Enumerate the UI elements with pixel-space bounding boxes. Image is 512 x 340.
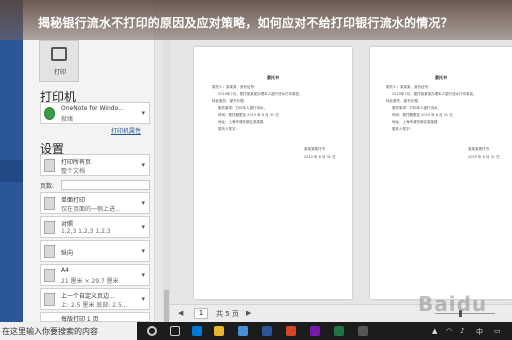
chevron-down-icon: ▾: [141, 271, 145, 279]
tray-network-icon[interactable]: ▲: [432, 327, 437, 335]
setting-line1: 上一个自定义页边...: [61, 293, 115, 300]
store-icon[interactable]: [238, 326, 248, 336]
pages-label: 页数:: [40, 183, 55, 190]
chevron-down-icon: ▾: [141, 223, 145, 231]
portrait-icon: [44, 245, 55, 258]
setting-pages-per-sheet[interactable]: 每版打印 1 页: [40, 312, 150, 323]
print-button-label: 打印: [53, 69, 66, 76]
cortana-icon[interactable]: [147, 326, 157, 336]
printer-status-icon: [44, 107, 55, 120]
tray-ime-icon[interactable]: 中: [476, 327, 483, 337]
pages-icon: [44, 159, 55, 172]
setting-line2: 仅在页面的一侧上进...: [61, 206, 121, 213]
chevron-down-icon: ▾: [141, 199, 145, 207]
printer-status: 就绪: [61, 116, 74, 123]
app-icon[interactable]: [358, 326, 368, 336]
page-line: 2019 年 8 月 31 日: [304, 155, 336, 159]
page-title: 委托书: [435, 75, 447, 80]
article-title-overlay: 揭秘银行流水不打印的原因及应对策略，如何应对不给打印银行流水的情况？: [0, 0, 512, 40]
page-total: 共 5 页: [216, 310, 239, 318]
setting-line2: 整个文档: [61, 168, 86, 175]
chevron-down-icon: ▾: [141, 109, 145, 117]
sidebar-item-print[interactable]: [0, 160, 23, 182]
printer-name: OneNote for Windo...: [61, 105, 124, 112]
page-line: 2019年7月，委托某某某办理本人银行流水打印事宜，: [392, 92, 477, 96]
excel-icon[interactable]: [334, 326, 344, 336]
page-line: 2019年7月，委托某某某办理本人银行流水打印事宜，: [218, 92, 303, 96]
collate-icon: [44, 221, 55, 234]
printer-properties-link[interactable]: 打印机属性: [111, 126, 141, 135]
edge-icon[interactable]: [192, 326, 202, 336]
setting-line1: 对照: [61, 221, 74, 228]
setting-line1: 打印所有页: [61, 159, 92, 166]
print-button[interactable]: 打印: [39, 40, 79, 82]
notification-icon[interactable]: ▭: [494, 327, 501, 335]
powerpoint-icon[interactable]: [286, 326, 296, 336]
page-line: 某某某委托书: [468, 147, 489, 151]
setting-sides[interactable]: 单面打印 仅在页面的一侧上进... ▾: [40, 192, 150, 214]
one-sided-icon: [44, 197, 55, 210]
setting-print-range[interactable]: 打印所有页 整个文档 ▾: [40, 154, 150, 176]
margins-icon: [44, 293, 55, 306]
setting-paper-size[interactable]: A4 21 厘米 × 29.7 厘米 ▾: [40, 264, 150, 286]
page-line: 委托人签字：: [392, 127, 413, 131]
page-line: 地址：上海市浦东新区某某路: [392, 120, 438, 124]
file-explorer-icon[interactable]: [214, 326, 224, 336]
taskbar: 在这里输入你要搜索的内容 ▲ ◠ ♪ 中 ▭: [0, 322, 512, 340]
pages-input[interactable]: [61, 180, 150, 190]
page-number-input[interactable]: 1: [194, 308, 208, 319]
paper-icon: [44, 269, 55, 282]
printer-select[interactable]: OneNote for Windo... 就绪 ▾: [40, 102, 150, 124]
page-line: 委托事项：打印本人银行流水，: [392, 106, 441, 110]
page-line: 时间：委托期限至 2019 年 8 月 31 日: [218, 113, 279, 117]
chevron-down-icon: ▾: [141, 295, 145, 303]
article-title: 揭秘银行流水不打印的原因及应对策略，如何应对不给打印银行流水的情况？: [38, 16, 453, 30]
setting-orientation[interactable]: 纵向 ▾: [40, 240, 150, 262]
page-line: 特此委托，望予办理。: [386, 99, 421, 103]
page-line: 委托人：某某某，身份证号：: [386, 85, 432, 89]
page-line: 时间：委托期限至 2019 年 8 月 31 日: [392, 113, 453, 117]
onenote-icon[interactable]: [310, 326, 320, 336]
chevron-down-icon: ▾: [141, 161, 145, 169]
page-line: 某某某委托书: [304, 147, 325, 151]
preview-page: 委托书 委托人：某某某，身份证号： 2019年7月，委托某某某办理本人银行流水打…: [194, 47, 352, 299]
page-line: 特此委托，望予办理。: [212, 99, 247, 103]
page-title: 委托书: [267, 75, 279, 80]
page-line: 委托人：某某某，身份证号：: [212, 85, 258, 89]
tray-wifi-icon[interactable]: ◠: [446, 327, 452, 335]
setting-line1: A4: [61, 267, 69, 274]
search-placeholder: 在这里输入你要搜索的内容: [2, 327, 98, 336]
setting-line1: 纵向: [61, 250, 74, 257]
setting-line2: 21 厘米 × 29.7 厘米: [61, 278, 119, 285]
page-line: 地址：上海市浦东新区某某路: [218, 120, 264, 124]
word-icon[interactable]: [262, 326, 272, 336]
previous-page-icon[interactable]: ◀: [178, 309, 183, 317]
preview-scrollbar[interactable]: [163, 40, 170, 330]
page-line: 2019 年 8 月 31 日: [468, 155, 500, 159]
printer-icon: [51, 47, 67, 61]
setting-line1: 单面打印: [61, 197, 86, 204]
setting-line2: 上: 2.5 厘米 底部: 2.5...: [61, 302, 128, 309]
task-view-icon[interactable]: [170, 326, 180, 336]
taskbar-search[interactable]: 在这里输入你要搜索的内容: [0, 322, 137, 340]
backstage-sidebar: [0, 0, 23, 322]
page-line: 委托事项：打印本人银行流水，: [218, 106, 267, 110]
preview-page: 委托书 委托人：某某某，身份证号： 2019年7月，委托某某某办理本人银行流水打…: [370, 47, 512, 299]
setting-line2: 1,2,3 1,2,3 1,2,3: [61, 228, 111, 235]
setting-collate[interactable]: 对照 1,2,3 1,2,3 1,2,3 ▾: [40, 216, 150, 238]
chevron-down-icon: ▾: [141, 247, 145, 255]
print-settings-panel: 打印 打印机 OneNote for Windo... 就绪 ▾ 打印机属性 设…: [23, 0, 155, 323]
setting-margins[interactable]: 上一个自定义页边... 上: 2.5 厘米 底部: 2.5... ▾: [40, 288, 150, 310]
next-page-icon[interactable]: ▶: [246, 309, 251, 317]
page-line: 委托人签字：: [218, 127, 239, 131]
tray-volume-icon[interactable]: ♪: [460, 327, 464, 335]
